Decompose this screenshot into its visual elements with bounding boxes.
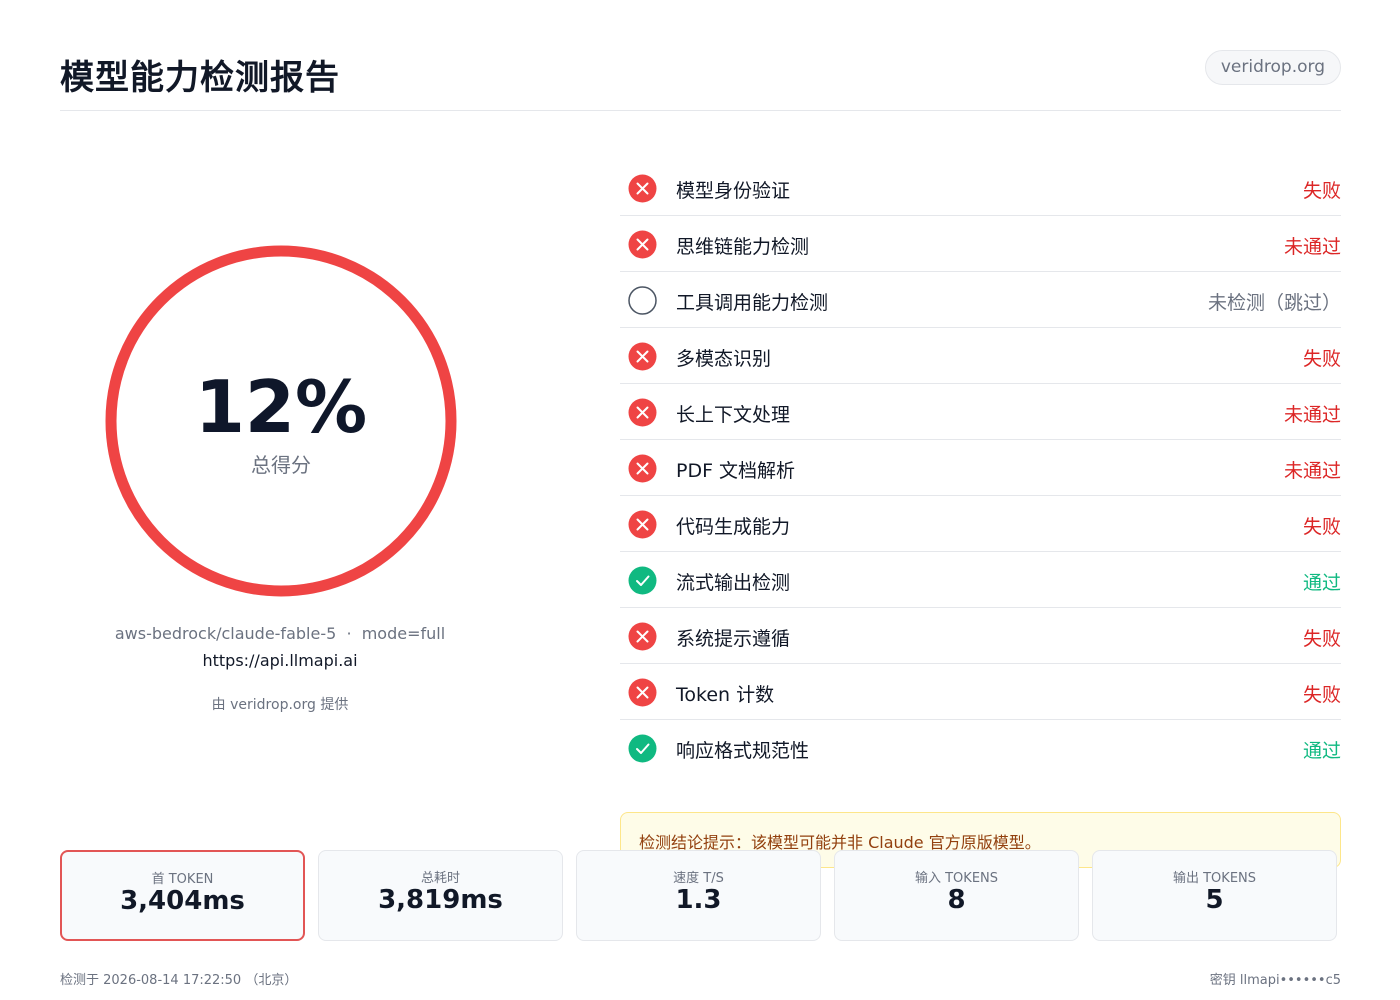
footer-api-key: 密钥 llmapi••••••c5 — [1209, 973, 1341, 988]
check-row: 响应格式规范性 通过 — [620, 720, 1341, 776]
stat-value: 3,404ms — [120, 886, 245, 916]
stat-label: 总耗时 — [420, 871, 460, 886]
domain-badge[interactable]: veridrop.org — [1204, 50, 1341, 85]
check-row: PDF 文档解析 未通过 — [620, 440, 1341, 496]
page-title: 模型能力检测报告 — [60, 58, 340, 98]
check-name: Token 计数 — [676, 684, 775, 706]
check-name: 系统提示遵循 — [676, 628, 791, 650]
check-name: 工具调用能力检测 — [676, 292, 829, 314]
check-row: 模型身份验证 失败 — [620, 160, 1341, 216]
check-row: 代码生成能力 失败 — [620, 496, 1341, 552]
check-name: PDF 文档解析 — [676, 460, 796, 482]
stat-label: 输出 TOKENS — [1172, 871, 1257, 886]
endpoint-url[interactable]: https://api.llmapi.ai — [60, 651, 500, 670]
score-label: 总得分 — [251, 453, 311, 477]
check-name: 思维链能力检测 — [676, 236, 810, 258]
check-name: 流式输出检测 — [676, 572, 791, 594]
stat-label: 首 TOKEN — [151, 872, 214, 887]
check-name: 模型身份验证 — [676, 180, 791, 202]
stat-card-total-time: 总耗时 3,819ms — [318, 850, 563, 941]
x-circle-icon — [628, 398, 657, 427]
x-circle-icon — [628, 678, 657, 707]
check-result: 未通过 — [1283, 404, 1341, 426]
check-name: 代码生成能力 — [676, 516, 791, 538]
x-circle-icon — [628, 230, 657, 259]
x-circle-icon — [628, 510, 657, 539]
check-row: 长上下文处理 未通过 — [620, 384, 1341, 440]
check-circle-icon — [628, 734, 657, 763]
stat-card-output-tokens: 输出 TOKENS 5 — [1092, 850, 1337, 941]
stat-card-first-token: 首 TOKEN 3,404ms — [60, 850, 305, 941]
check-name: 长上下文处理 — [676, 404, 791, 426]
score-value: 12% — [194, 365, 368, 449]
stats-bar: 首 TOKEN 3,404ms 总耗时 3,819ms 速度 T/S 1.3 输… — [60, 850, 1341, 942]
stat-card-speed: 速度 T/S 1.3 — [576, 850, 821, 941]
check-row: 流式输出检测 通过 — [620, 552, 1341, 608]
check-row: 系统提示遵循 失败 — [620, 608, 1341, 664]
stat-value: 3,819ms — [378, 885, 503, 915]
stat-label: 速度 T/S — [673, 871, 724, 886]
check-result: 失败 — [1302, 684, 1341, 706]
check-row: 思维链能力检测 未通过 — [620, 216, 1341, 272]
stat-label: 输入 TOKENS — [914, 871, 999, 886]
check-list: 模型身份验证 失败 思维链能力检测 未通过 工具调用能力检测 未检测（跳过） 多模态识… — [620, 160, 1341, 776]
check-result: 未检测（跳过） — [1207, 292, 1341, 314]
report-header: 模型能力检测报告 veridrop.org — [60, 48, 1341, 111]
check-result: 通过 — [1302, 740, 1341, 762]
check-name: 响应格式规范性 — [676, 740, 810, 762]
check-result: 失败 — [1302, 180, 1341, 202]
check-result: 失败 — [1302, 516, 1341, 538]
check-result: 失败 — [1302, 628, 1341, 650]
check-result: 通过 — [1302, 572, 1341, 594]
stat-card-input-tokens: 输入 TOKENS 8 — [834, 850, 1079, 941]
check-circle-icon — [628, 566, 657, 595]
stat-value: 5 — [1205, 885, 1224, 915]
check-result: 未通过 — [1283, 460, 1341, 482]
check-row: 多模态识别 失败 — [620, 328, 1341, 384]
check-name: 多模态识别 — [676, 348, 772, 370]
score-ring: 12% 总得分 — [105, 245, 457, 597]
check-row: 工具调用能力检测 未检测（跳过） — [620, 272, 1341, 328]
x-circle-icon — [628, 342, 657, 371]
stat-value: 8 — [947, 885, 966, 915]
model-info: aws-bedrock/claude-fable-5 · mode=full — [114, 624, 446, 643]
check-row: Token 计数 失败 — [620, 664, 1341, 720]
powered-by: 由 veridrop.org 提供 — [211, 697, 349, 713]
empty-circle-icon — [628, 286, 657, 315]
check-result: 失败 — [1302, 348, 1341, 370]
stat-value: 1.3 — [675, 885, 722, 915]
x-circle-icon — [628, 622, 657, 651]
x-circle-icon — [628, 454, 657, 483]
check-result: 未通过 — [1283, 236, 1341, 258]
x-circle-icon — [628, 174, 657, 203]
footer-timestamp: 检测于 2026-08-14 17:22:50 （北京） — [60, 973, 298, 988]
